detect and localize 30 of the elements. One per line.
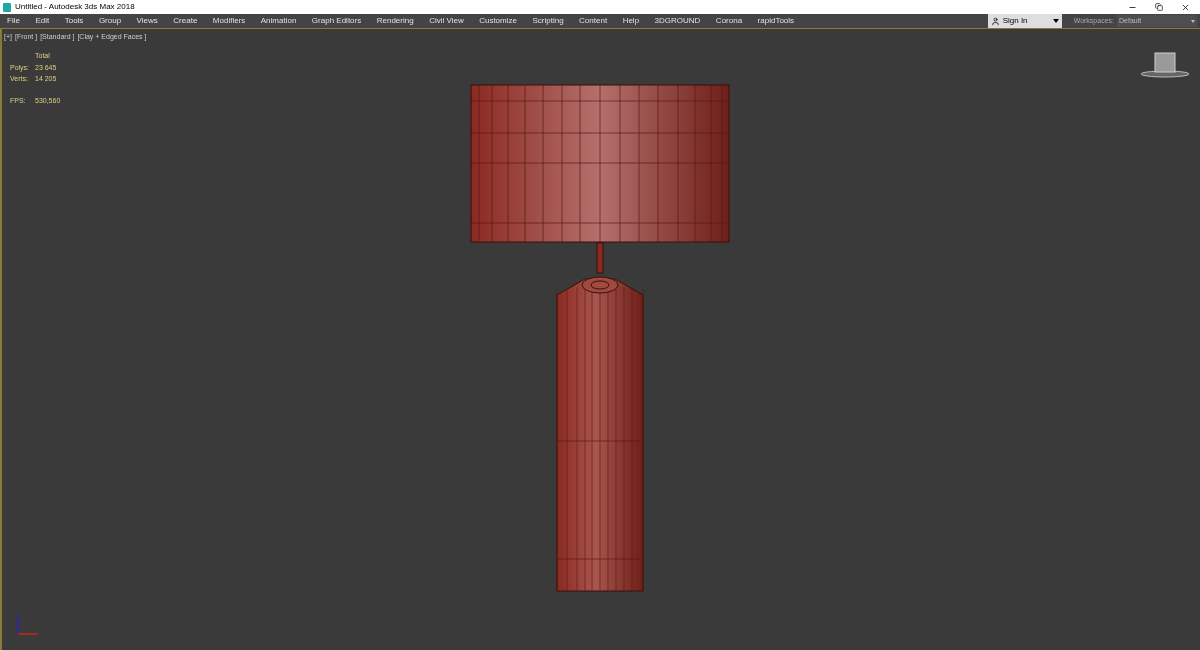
menu-item[interactable]: Create xyxy=(173,15,198,27)
menu-item[interactable]: 3DGROUND xyxy=(654,15,701,27)
restore-icon xyxy=(1155,3,1163,11)
menu-item[interactable]: Rendering xyxy=(376,15,414,27)
restore-button[interactable] xyxy=(1155,3,1163,11)
menu-item[interactable]: Tools xyxy=(64,15,84,27)
menu-item[interactable]: Civil View xyxy=(429,15,464,27)
viewcube-icon xyxy=(1140,51,1190,79)
user-icon xyxy=(990,16,1000,26)
menu-item[interactable]: Graph Editors xyxy=(311,15,362,27)
menu-item[interactable]: Scripting xyxy=(532,15,564,27)
axis-tripod-icon xyxy=(16,614,40,636)
menu-item[interactable]: rapidTools xyxy=(757,15,795,27)
close-icon xyxy=(1181,2,1190,12)
close-button[interactable] xyxy=(1181,2,1190,12)
menu-item[interactable]: Views xyxy=(136,15,158,27)
menu-item[interactable]: Content xyxy=(579,15,608,27)
menu-item[interactable]: Customize xyxy=(479,15,517,27)
menu-item[interactable]: Animation xyxy=(260,15,297,27)
menu-item[interactable]: Edit xyxy=(35,15,50,27)
menu-item[interactable]: Help xyxy=(622,15,640,27)
menu-item[interactable]: Modifiers xyxy=(212,15,246,27)
sign-in-dropdown[interactable]: Sign In xyxy=(987,14,1062,28)
app-logo-icon xyxy=(3,2,11,12)
caret-icon xyxy=(1052,19,1059,23)
menu-item[interactable]: File xyxy=(7,15,20,27)
menu-item[interactable]: Corona xyxy=(715,15,743,27)
caret-icon xyxy=(1191,19,1195,23)
window-title: Untitled - Autodesk 3ds Max 2018 xyxy=(15,1,135,13)
menu-item[interactable]: Group xyxy=(98,15,122,27)
